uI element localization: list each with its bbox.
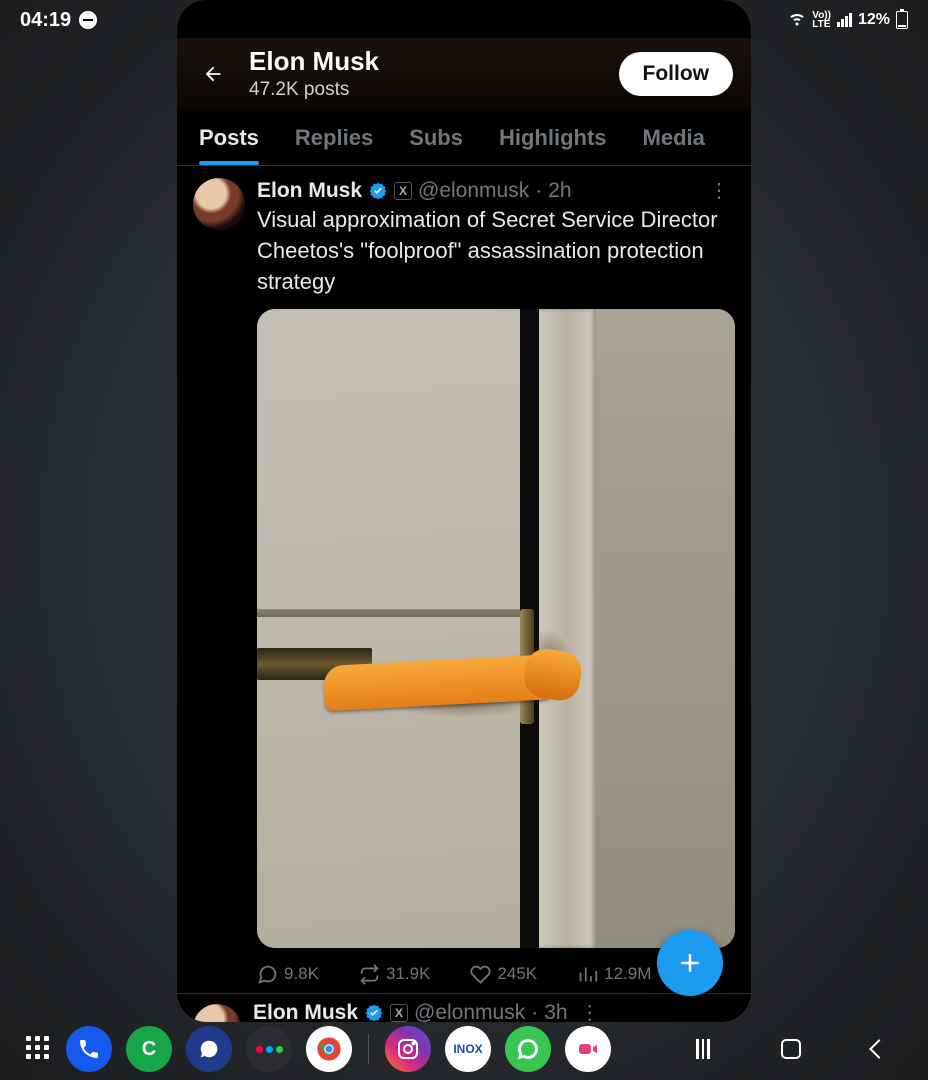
post-handle[interactable]: @elonmusk bbox=[418, 179, 529, 203]
app-whatsapp[interactable] bbox=[505, 1026, 551, 1072]
post-text: Visual approximation of Secret Service D… bbox=[257, 205, 735, 297]
back-button[interactable] bbox=[195, 56, 231, 92]
whatsapp-icon bbox=[516, 1037, 540, 1061]
app-frame: Elon Musk 47.2K posts Follow Posts Repli… bbox=[177, 0, 751, 1022]
tab-replies[interactable]: Replies bbox=[277, 111, 391, 165]
page-subtitle: 47.2K posts bbox=[249, 79, 601, 101]
nav-home[interactable] bbox=[776, 1034, 806, 1064]
verified-badge-icon bbox=[368, 181, 388, 201]
plus-icon bbox=[675, 948, 705, 978]
app-phone[interactable] bbox=[66, 1026, 112, 1072]
app-video[interactable] bbox=[565, 1026, 611, 1072]
statusbar-time: 04:19 bbox=[20, 9, 71, 32]
like-button[interactable]: 245K bbox=[470, 964, 537, 985]
instagram-icon bbox=[396, 1037, 420, 1061]
tab-posts[interactable]: Posts bbox=[181, 111, 277, 165]
retweet-count: 31.9K bbox=[386, 964, 430, 984]
heart-icon bbox=[470, 964, 491, 985]
arrow-left-icon bbox=[202, 63, 224, 85]
views-count: 12.9M bbox=[604, 964, 651, 984]
app-inox[interactable]: INOX bbox=[445, 1026, 491, 1072]
post-display-name[interactable]: Elon Musk bbox=[257, 179, 362, 203]
reply-count: 9.8K bbox=[284, 964, 319, 984]
signal-icon bbox=[837, 13, 852, 27]
retweet-button[interactable]: 31.9K bbox=[359, 964, 430, 985]
battery-text: 12% bbox=[858, 11, 890, 29]
app-instagram[interactable] bbox=[385, 1026, 431, 1072]
like-count: 245K bbox=[497, 964, 537, 984]
lte-badge: Vo)) LTE bbox=[812, 11, 831, 29]
nav-buttons bbox=[688, 1034, 902, 1064]
avatar[interactable] bbox=[193, 178, 245, 230]
views-button[interactable]: 12.9M bbox=[577, 964, 651, 985]
phone-icon bbox=[77, 1037, 101, 1061]
device-taskbar: C INOX bbox=[0, 1018, 928, 1080]
post-sep: · bbox=[535, 179, 542, 203]
post[interactable]: Elon Musk X @elonmusk · 2h ⋮ Visual appr… bbox=[177, 166, 751, 994]
app-contacts[interactable]: C bbox=[126, 1026, 172, 1072]
tab-media[interactable]: Media bbox=[625, 111, 723, 165]
app-header: Elon Musk 47.2K posts Follow bbox=[177, 38, 751, 111]
tab-highlights[interactable]: Highlights bbox=[481, 111, 625, 165]
compose-fab[interactable] bbox=[657, 930, 723, 996]
follow-button[interactable]: Follow bbox=[619, 52, 734, 96]
header-title-block: Elon Musk 47.2K posts bbox=[249, 46, 601, 101]
profile-tabs: Posts Replies Subs Highlights Media bbox=[177, 111, 751, 166]
retweet-icon bbox=[359, 964, 380, 985]
app-messages[interactable] bbox=[186, 1026, 232, 1072]
reply-icon bbox=[257, 964, 278, 985]
nav-recents[interactable] bbox=[688, 1034, 718, 1064]
wifi-icon bbox=[788, 9, 806, 32]
apps-grid-button[interactable] bbox=[26, 1036, 52, 1062]
feed[interactable]: Elon Musk X @elonmusk · 2h ⋮ Visual appr… bbox=[177, 166, 751, 1022]
tab-subs[interactable]: Subs bbox=[391, 111, 481, 165]
post-more-button[interactable]: ⋮ bbox=[703, 178, 735, 203]
nav-back[interactable] bbox=[864, 1034, 894, 1064]
chrome-icon bbox=[315, 1035, 343, 1063]
reply-button[interactable]: 9.8K bbox=[257, 964, 319, 985]
app-chrome[interactable] bbox=[306, 1026, 352, 1072]
statusbar-left: 04:19 bbox=[20, 9, 97, 32]
post-media[interactable] bbox=[257, 309, 735, 947]
post-header: Elon Musk X @elonmusk · 2h ⋮ bbox=[257, 178, 735, 203]
dnd-icon bbox=[79, 11, 97, 29]
app-folder[interactable] bbox=[246, 1026, 292, 1072]
taskbar-separator bbox=[368, 1034, 369, 1064]
post-time[interactable]: 2h bbox=[548, 179, 571, 203]
chat-icon bbox=[198, 1038, 220, 1060]
folder-dots-icon bbox=[256, 1046, 283, 1053]
video-icon bbox=[576, 1037, 600, 1061]
battery-icon bbox=[896, 11, 908, 29]
page-title: Elon Musk bbox=[249, 46, 601, 77]
x-premium-badge: X bbox=[394, 182, 412, 200]
statusbar-right: Vo)) LTE 12% bbox=[788, 9, 908, 32]
views-icon bbox=[577, 964, 598, 985]
